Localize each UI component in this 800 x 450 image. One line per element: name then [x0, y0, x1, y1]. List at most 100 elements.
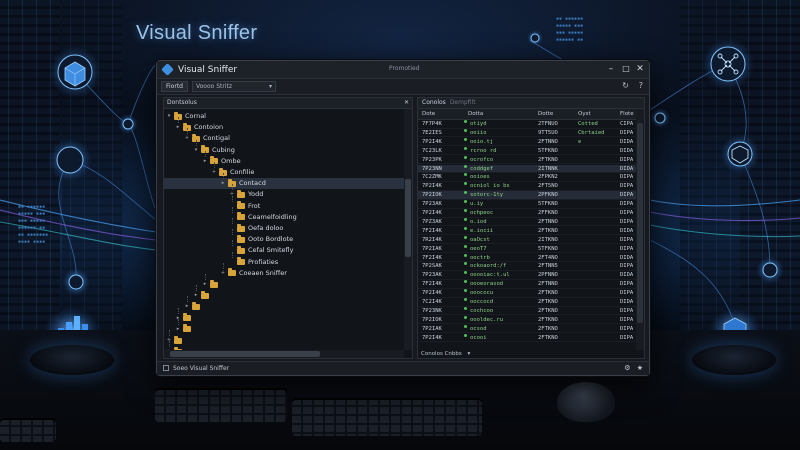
title-bar[interactable]: Visual Sniffer Promotied – □ ✕: [157, 61, 649, 79]
table-row[interactable]: 7F7P4K otiyd 2TFNUO Cotted CIPA: [418, 120, 636, 129]
tree-node[interactable]: + Coeaen Sniffer: [220, 268, 287, 279]
expand-toggle-icon[interactable]: +: [220, 268, 226, 279]
tree-node[interactable]: + Contigal: [184, 133, 230, 144]
folder-icon: [237, 245, 245, 254]
scroll-thumb[interactable]: [170, 351, 320, 357]
table-row[interactable]: 7PZ3AK o.iod 2FTNNO DIPA: [418, 217, 636, 227]
tree-node[interactable]: ▾ Cornal: [166, 111, 206, 122]
table-row[interactable]: 7R2I4K oaOcst 2ITKNO DIPA: [418, 235, 636, 245]
expand-toggle-icon[interactable]: ▸: [202, 156, 208, 167]
table-row[interactable]: 7P2IAK oeoT7 5TFKNO DIPA: [418, 244, 636, 254]
folder-icon: [210, 279, 218, 288]
table-row[interactable]: 7P2I4K ochpeoc 2FFKNO DIPA: [418, 209, 636, 218]
table-row[interactable]: 7P2IAK ocsod 2FTKNO DIPA: [418, 324, 636, 334]
tab-conolos[interactable]: Conolos: [418, 98, 446, 108]
tree-vertical-scrollbar[interactable]: [404, 109, 412, 350]
window-subtitle: Promotied: [389, 65, 420, 72]
tab-dempfilt[interactable]: Dempfilt: [446, 98, 476, 108]
table-row[interactable]: 7E2IES ooiio 9TT5UO Cbrtaied DIPA: [418, 128, 636, 138]
chevron-down-icon[interactable]: ▾: [468, 351, 471, 357]
tree-node[interactable]: Frot: [229, 201, 260, 212]
table-row[interactable]: 7C2I4K ooccocd 2FTKNO DIDA: [418, 298, 636, 307]
table-row[interactable]: 7P2I4K ooio.tj 2FTNNO ⊙ DIDA: [418, 137, 636, 147]
table-cell: 2PFNNO: [538, 272, 558, 279]
table-row[interactable]: 7F2I4K ooctrb 2FT4NO DIDA: [418, 253, 636, 263]
table-cell: DIPA: [620, 281, 634, 288]
expand-toggle-icon[interactable]: ▾: [193, 145, 199, 156]
tree-node[interactable]: ▸: [193, 290, 212, 301]
tree-node[interactable]: ▸ Ombe: [202, 156, 241, 167]
table-cell: 2FTNNO: [538, 218, 558, 225]
tree-node[interactable]: ▸: [175, 324, 194, 335]
tree-node[interactable]: + Confilie: [211, 167, 254, 178]
table-row[interactable]: 7F2I4K oooeorasod 2FTNNO DIPA: [418, 280, 636, 289]
scroll-thumb[interactable]: [405, 179, 411, 257]
minimize-button[interactable]: –: [605, 63, 617, 75]
background-scene: ▪▪ ▪▪▪▪▪▪ ▪▪▪▪▪ ▪▪▪ ▪▪▪ ▪▪▪▪▪ ▪▪▪▪▪▪ ▪▪ …: [0, 0, 800, 450]
expand-toggle-icon[interactable]: +: [184, 133, 190, 144]
panel-close-button[interactable]: ✕: [404, 98, 409, 108]
table-row[interactable]: 7F2I4K e.iocii 2FTKNO DIDA: [418, 226, 636, 236]
column-header[interactable]: Dotte: [538, 109, 553, 119]
table-cell: 2FFKNO: [538, 210, 558, 216]
table-row[interactable]: 7P23NN coddgef 2ITNNK DIDA: [418, 164, 636, 174]
table-row[interactable]: 7P23AK u.iy 5TFKNO DIPA: [418, 200, 636, 209]
tree-node[interactable]: ▸ Contacd: [164, 178, 404, 190]
table-row[interactable]: 7P2I4K ooococu 2FTKNO DIPA: [418, 289, 636, 298]
table-row[interactable]: 7P2IOK sotorc-1ty 2PFKNO DIPA: [418, 191, 636, 200]
star-icon[interactable]: ★: [637, 364, 643, 372]
table-cell: 7PZ3AK: [422, 218, 442, 225]
expand-toggle-icon[interactable]: ▸: [184, 301, 190, 312]
table-row[interactable]: 7P23AK ooooiac:t.ul 2PFNNO DIDA: [418, 271, 636, 280]
tree-node[interactable]: ▾ Cubing: [193, 145, 235, 156]
scroll-thumb[interactable]: [637, 123, 643, 323]
table-row[interactable]: 7C2ZMK ooioes 2FPKN2 DIPA: [418, 173, 636, 182]
tree-node[interactable]: ▸: [202, 279, 221, 290]
tree-node[interactable]: Profiaties: [229, 257, 278, 268]
table-cell: 2FT4NO: [538, 254, 558, 261]
tree-node[interactable]: Cefal Smitefly: [229, 245, 293, 256]
table-cell: ocooi: [470, 334, 487, 341]
help-icon[interactable]: ?: [639, 81, 643, 90]
tree-node[interactable]: Oefa doloo: [229, 223, 283, 234]
column-header[interactable]: Oyst: [578, 109, 591, 119]
status-dot-icon: [464, 191, 467, 195]
expand-toggle-icon[interactable]: ▸: [202, 279, 208, 290]
toolbar: Fiortd Voooo Stritz ▾ ↻ ?: [157, 79, 649, 95]
tree-node[interactable]: ▸: [184, 301, 203, 312]
table-cell: DIPA: [620, 183, 634, 190]
table-cell: 7P2IOK: [422, 316, 442, 323]
status-checkbox[interactable]: [163, 365, 169, 371]
table-row[interactable]: 7C23LK rcroo rd 5TFKNO DIDA: [418, 146, 636, 156]
table-row[interactable]: 7P2IOK oooldec.ru 2FTKNO DIPA: [418, 315, 636, 325]
tree-node[interactable]: Ooto Bordlote: [229, 234, 293, 245]
tree-node[interactable]: Ceamelfoidling: [229, 212, 297, 223]
column-header[interactable]: Flote: [620, 109, 634, 119]
table-row[interactable]: 7P2I4K ocooi 2FTKNO DIPA: [418, 333, 636, 343]
table-cell: ocniol io bs: [470, 183, 510, 190]
table-row[interactable]: 7P2I4K ocniol io bs 2FT5NO DIPA: [418, 182, 636, 191]
tree-horizontal-scrollbar[interactable]: [164, 350, 404, 358]
table-vertical-scrollbar[interactable]: [636, 109, 644, 350]
expand-toggle-icon[interactable]: ▸: [175, 122, 181, 133]
table-row[interactable]: 7P23NK cochcoo 2FTKNO DIPA: [418, 306, 636, 316]
refresh-icon[interactable]: ↻: [622, 81, 629, 90]
expand-toggle-icon[interactable]: ▸: [193, 290, 199, 301]
tree-view[interactable]: ▾ Cornal ▸ Contoion + Contigal ▾ Cubing ▸ Ombe + Co…: [164, 109, 404, 350]
expand-toggle-icon[interactable]: ▸: [220, 178, 226, 189]
toolbar-button[interactable]: Fiortd: [161, 81, 188, 92]
close-button[interactable]: ✕: [634, 63, 646, 75]
table-row[interactable]: 7P23PK ocrofco 2FTKNO DIPA: [418, 155, 636, 165]
expand-toggle-icon[interactable]: ▸: [175, 324, 181, 335]
column-header[interactable]: Dote: [422, 109, 435, 119]
expand-toggle-icon[interactable]: +: [211, 167, 217, 178]
view-select[interactable]: Voooo Stritz ▾: [191, 81, 276, 92]
table-cell: 7P2I4K: [422, 290, 442, 297]
table-row[interactable]: 7P2SAK ockoaord:/f 2FTNN5 DIPA: [418, 262, 636, 271]
settings-icon[interactable]: ⚙: [624, 364, 630, 372]
maximize-button[interactable]: □: [620, 63, 632, 75]
tree-node[interactable]: ▸ Contoion: [175, 122, 223, 133]
expand-toggle-icon[interactable]: ▾: [166, 111, 172, 122]
column-header[interactable]: Dotta: [468, 109, 483, 119]
tree-node[interactable]: + Yodd: [229, 189, 263, 200]
